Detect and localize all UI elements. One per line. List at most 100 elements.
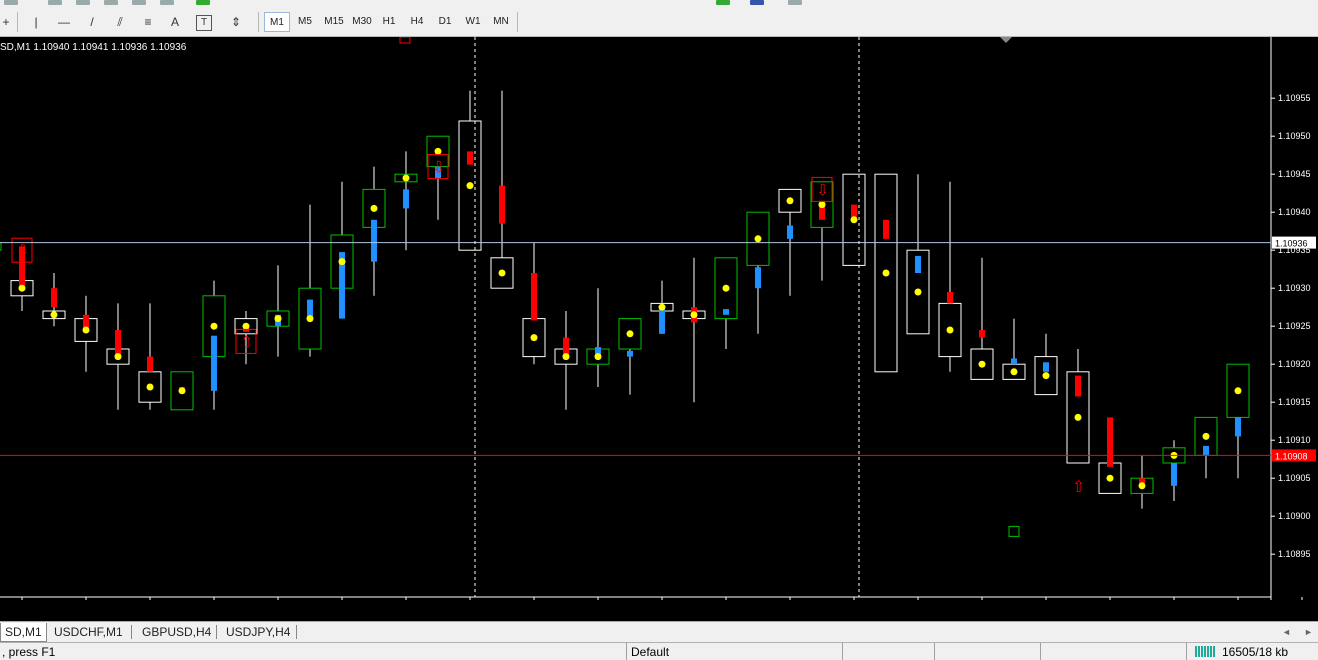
indicator-bar bbox=[659, 307, 665, 334]
toolbar-separator bbox=[258, 12, 259, 32]
toolbar-icon[interactable] bbox=[160, 0, 174, 5]
price-tick-label: 1.10925 bbox=[1278, 321, 1311, 331]
timeframe-m1-button[interactable]: M1 bbox=[264, 12, 290, 32]
price-chart[interactable]: SD,M1 1.10940 1.10941 1.10936 1.10936 1.… bbox=[0, 36, 1318, 614]
tab-separator bbox=[216, 625, 217, 639]
timeframe-m30-button[interactable]: M30 bbox=[348, 12, 376, 32]
drawing-toolbar: + | — / ⫽ ≡ A T ⇕ M1 M5 M15 M30 H1 H4 D1… bbox=[0, 8, 1318, 37]
indicator-dot bbox=[82, 326, 90, 334]
indicator-bar bbox=[755, 267, 761, 289]
indicator-dot bbox=[722, 284, 730, 292]
price-tick-label: 1.10950 bbox=[1278, 131, 1311, 141]
indicator-dot bbox=[914, 288, 922, 296]
indicator-dot bbox=[1074, 413, 1082, 421]
indicator-bar bbox=[1011, 358, 1017, 365]
tab-separator bbox=[131, 625, 132, 639]
chart-tabs-bar: SD,M1 USDCHF,M1 GBPUSD,H4 USDJPY,H4 ◄ ► bbox=[0, 621, 1318, 643]
timeframe-m15-button[interactable]: M15 bbox=[320, 12, 348, 32]
price-tick-label: 1.10900 bbox=[1278, 511, 1311, 521]
status-traffic: 16505/18 kb bbox=[1222, 645, 1289, 659]
indicator-dot bbox=[306, 315, 314, 323]
crosshair-tool[interactable]: + bbox=[0, 12, 12, 32]
indicator-bar bbox=[1235, 417, 1241, 437]
status-divider bbox=[842, 643, 843, 660]
indicator-dot bbox=[754, 235, 762, 243]
status-profile[interactable]: Default bbox=[631, 645, 669, 660]
indicator-bar bbox=[1107, 417, 1113, 467]
chart-header-text: SD,M1 1.10940 1.10941 1.10936 1.10936 bbox=[0, 42, 187, 53]
indicator-dot bbox=[1138, 482, 1146, 490]
tab-scroll-left-icon[interactable]: ◄ bbox=[1278, 623, 1295, 641]
indicator-dot bbox=[370, 204, 378, 212]
indicator-bar bbox=[1075, 375, 1081, 397]
equidistant-channel-tool[interactable]: ⫽ bbox=[112, 12, 128, 32]
new-order-icon[interactable] bbox=[196, 0, 210, 5]
tab-usdchf-m1[interactable]: USDCHF,M1 bbox=[50, 623, 127, 641]
indicator-bar bbox=[147, 356, 153, 372]
indicator-bar bbox=[51, 288, 57, 308]
indicator-dot bbox=[434, 147, 442, 155]
indicator-dot bbox=[530, 334, 538, 342]
timeframe-h1-button[interactable]: H1 bbox=[376, 12, 402, 32]
indicator-dot bbox=[242, 322, 250, 330]
text-label-tool[interactable]: T bbox=[196, 15, 212, 31]
timeframe-d1-button[interactable]: D1 bbox=[432, 12, 458, 32]
indicator-bar bbox=[1203, 445, 1209, 456]
price-tick-label: 1.10895 bbox=[1278, 549, 1311, 559]
plus-icon[interactable] bbox=[716, 0, 730, 5]
toolbar-icon[interactable] bbox=[132, 0, 146, 5]
price-tick-label: 1.10940 bbox=[1278, 207, 1311, 217]
tab-sd-m1[interactable]: SD,M1 bbox=[0, 623, 47, 642]
timeframe-mn-button[interactable]: MN bbox=[488, 12, 514, 32]
price-tick-label: 1.10955 bbox=[1278, 93, 1311, 103]
ask-price-label: 1.10908 bbox=[1275, 451, 1308, 461]
trendline-tool[interactable]: / bbox=[84, 12, 100, 32]
indicator-bar bbox=[787, 225, 793, 239]
status-divider bbox=[934, 643, 935, 660]
toolbar-icon[interactable] bbox=[104, 0, 118, 5]
status-divider bbox=[1186, 643, 1187, 660]
chart-canvas[interactable]: SD,M1 1.10940 1.10941 1.10936 1.10936 1.… bbox=[0, 36, 1318, 614]
indicator-bar bbox=[947, 292, 953, 304]
toolbar-icon[interactable] bbox=[76, 0, 90, 5]
indicator-dot bbox=[882, 269, 890, 277]
sell-arrow-icon: ⇩ bbox=[816, 182, 829, 199]
horizontal-line-tool[interactable]: — bbox=[56, 12, 72, 32]
toolbar-icon[interactable] bbox=[788, 0, 802, 5]
timeframe-h4-button[interactable]: H4 bbox=[404, 12, 430, 32]
fibonacci-tool[interactable]: ≡ bbox=[140, 12, 156, 32]
text-tool[interactable]: A bbox=[168, 12, 182, 32]
indicator-bar bbox=[115, 330, 121, 357]
indicator-bar bbox=[723, 309, 729, 315]
indicator-dot bbox=[178, 387, 186, 395]
indicator-dot bbox=[1234, 387, 1242, 395]
indicator-bar bbox=[627, 350, 633, 357]
status-divider bbox=[1040, 643, 1041, 660]
vertical-line-tool[interactable]: | bbox=[30, 12, 42, 32]
price-tick-label: 1.10920 bbox=[1278, 359, 1311, 369]
tab-gbpusd-h4[interactable]: GBPUSD,H4 bbox=[138, 623, 215, 641]
buy-arrow-icon: ⇧ bbox=[1072, 479, 1085, 496]
buy-arrow-icon: ⇧ bbox=[240, 334, 253, 351]
indicator-bar bbox=[1171, 463, 1177, 486]
arrows-dropdown-tool[interactable]: ⇕ bbox=[224, 12, 248, 32]
timeframe-w1-button[interactable]: W1 bbox=[460, 12, 486, 32]
timeframe-m5-button[interactable]: M5 bbox=[292, 12, 318, 32]
toolbar-icon[interactable] bbox=[48, 0, 62, 5]
toolbar-icon[interactable] bbox=[4, 0, 18, 5]
bid-price-label: 1.10936 bbox=[1275, 239, 1308, 249]
indicator-dot bbox=[946, 326, 954, 334]
indicator-dot bbox=[466, 182, 474, 190]
indicator-dot bbox=[850, 216, 858, 224]
tab-usdjpy-h4[interactable]: USDJPY,H4 bbox=[222, 623, 294, 641]
indicator-dot bbox=[1042, 372, 1050, 380]
tab-separator bbox=[296, 625, 297, 639]
tab-scroll-right-icon[interactable]: ► bbox=[1300, 623, 1317, 641]
indicator-dot bbox=[50, 311, 58, 319]
globe-icon[interactable] bbox=[750, 0, 764, 5]
indicator-dot bbox=[1106, 474, 1114, 482]
sell-arrow-icon: ⇩ bbox=[16, 243, 29, 260]
indicator-bar bbox=[499, 185, 505, 224]
indicator-bar bbox=[403, 189, 409, 209]
indicator-dot bbox=[274, 315, 282, 323]
